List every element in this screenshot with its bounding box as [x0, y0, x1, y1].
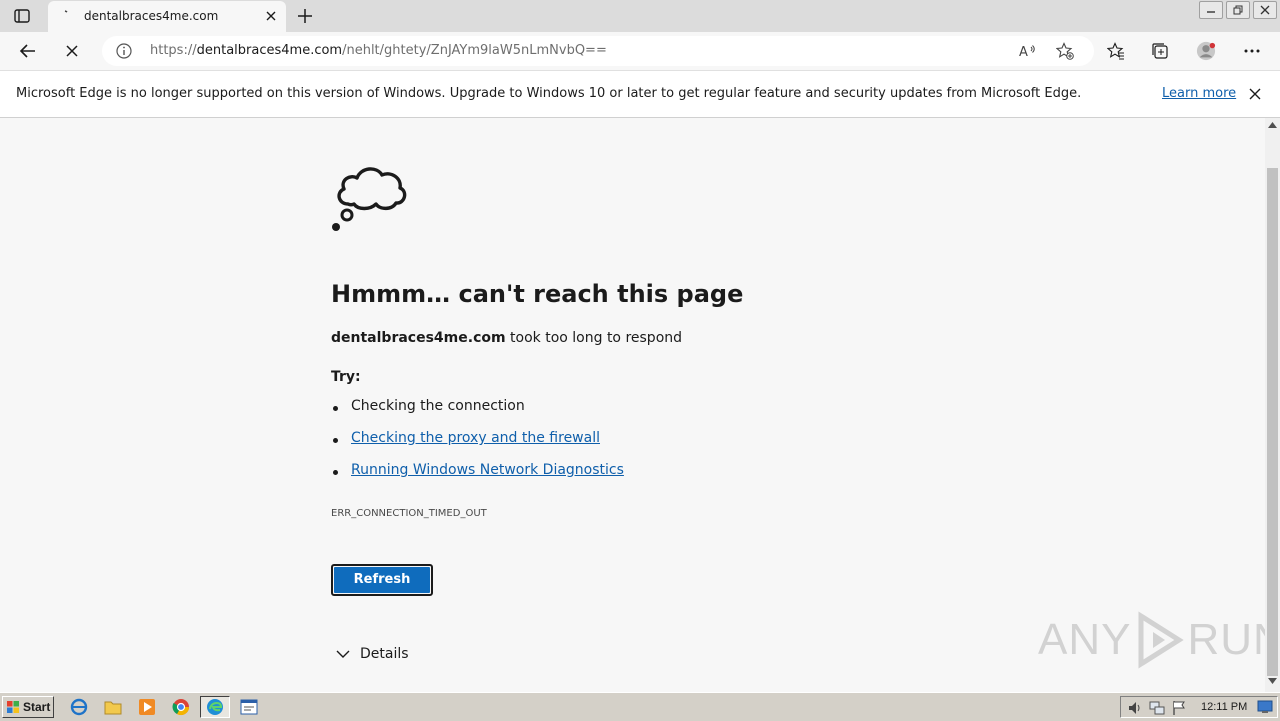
vertical-scrollbar[interactable] [1265, 118, 1280, 692]
show-desktop-icon[interactable] [1257, 700, 1273, 714]
network-icon[interactable] [1149, 700, 1165, 716]
anyrun-watermark: ANY RUN [1038, 610, 1280, 670]
try-label: Try: [331, 369, 361, 385]
thought-cloud-icon [332, 167, 407, 231]
browser-tab[interactable]: dentalbraces4me.com [48, 1, 286, 32]
taskbar-edge-icon[interactable] [200, 696, 230, 718]
error-heading: Hmmm… can't reach this page [331, 280, 744, 308]
learn-more-link[interactable]: Learn more [1162, 86, 1236, 101]
window-controls [1199, 0, 1280, 20]
loading-spinner-icon [64, 10, 68, 13]
taskbar-chrome-icon[interactable] [166, 696, 196, 718]
error-code: ERR_CONNECTION_TIMED_OUT [331, 508, 487, 519]
browser-toolbar: https://dentalbraces4me.com/nehlt/ghtety… [0, 32, 1280, 71]
taskbar-clock[interactable]: 12:11 PM [1201, 701, 1247, 713]
add-favorite-icon[interactable] [1055, 41, 1075, 61]
svg-text:A: A [1019, 45, 1028, 59]
suggestion-proxy-firewall[interactable]: Checking the proxy and the firewall [331, 430, 624, 462]
infobar-message: Microsoft Edge is no longer supported on… [16, 86, 1082, 101]
suggestion-checking-connection: Checking the connection [331, 398, 624, 430]
windows-logo-icon [7, 701, 19, 713]
taskbar-media-player-icon[interactable] [132, 696, 162, 718]
tab-title: dentalbraces4me.com [84, 9, 219, 23]
collections-icon[interactable] [1150, 41, 1170, 61]
volume-icon[interactable] [1127, 700, 1143, 716]
start-button[interactable]: Start [2, 696, 54, 718]
suggestions-list: Checking the connection Checking the pro… [331, 398, 624, 494]
close-infobar-icon[interactable] [1248, 87, 1262, 101]
settings-more-icon[interactable] [1242, 41, 1262, 61]
taskbar-explorer-icon[interactable] [98, 696, 128, 718]
error-page: Hmmm… can't reach this page dentalbraces… [0, 118, 1280, 692]
taskbar-window-app-icon[interactable] [234, 696, 264, 718]
profile-avatar-icon[interactable] [1196, 41, 1216, 61]
read-aloud-icon[interactable]: A [1018, 41, 1038, 61]
chevron-down-icon [336, 650, 350, 658]
back-arrow-icon[interactable] [18, 41, 38, 61]
minimize-icon[interactable] [1199, 1, 1223, 19]
scroll-up-arrow-icon[interactable] [1268, 122, 1277, 128]
restore-icon[interactable] [1226, 1, 1250, 19]
suggestion-network-diagnostics[interactable]: Running Windows Network Diagnostics [331, 462, 624, 494]
stop-loading-icon[interactable] [62, 41, 82, 61]
error-subtitle: dentalbraces4me.com took too long to res… [331, 330, 683, 346]
tab-actions-icon[interactable] [10, 6, 34, 26]
address-bar[interactable]: https://dentalbraces4me.com/nehlt/ghtety… [102, 36, 1094, 66]
play-logo-icon [1138, 611, 1185, 669]
scroll-down-arrow-icon[interactable] [1268, 678, 1277, 684]
url-text: https://dentalbraces4me.com/nehlt/ghtety… [150, 43, 607, 58]
site-info-icon[interactable] [116, 43, 132, 59]
taskbar-ie-icon[interactable] [64, 696, 94, 718]
new-tab-icon[interactable] [294, 6, 316, 26]
close-tab-icon[interactable] [264, 9, 278, 23]
system-tray: 12:11 PM [1120, 696, 1278, 718]
action-center-flag-icon[interactable] [1171, 700, 1187, 716]
unsupported-os-infobar: Microsoft Edge is no longer supported on… [0, 71, 1280, 118]
close-window-icon[interactable] [1253, 1, 1277, 19]
details-toggle[interactable]: Details [336, 646, 409, 662]
refresh-button[interactable]: Refresh [331, 564, 433, 596]
tab-strip: dentalbraces4me.com [0, 0, 1280, 32]
favorites-icon[interactable] [1106, 41, 1126, 61]
windows-taskbar: Start 12:11 PM [0, 692, 1280, 721]
scrollbar-thumb[interactable] [1267, 168, 1278, 676]
